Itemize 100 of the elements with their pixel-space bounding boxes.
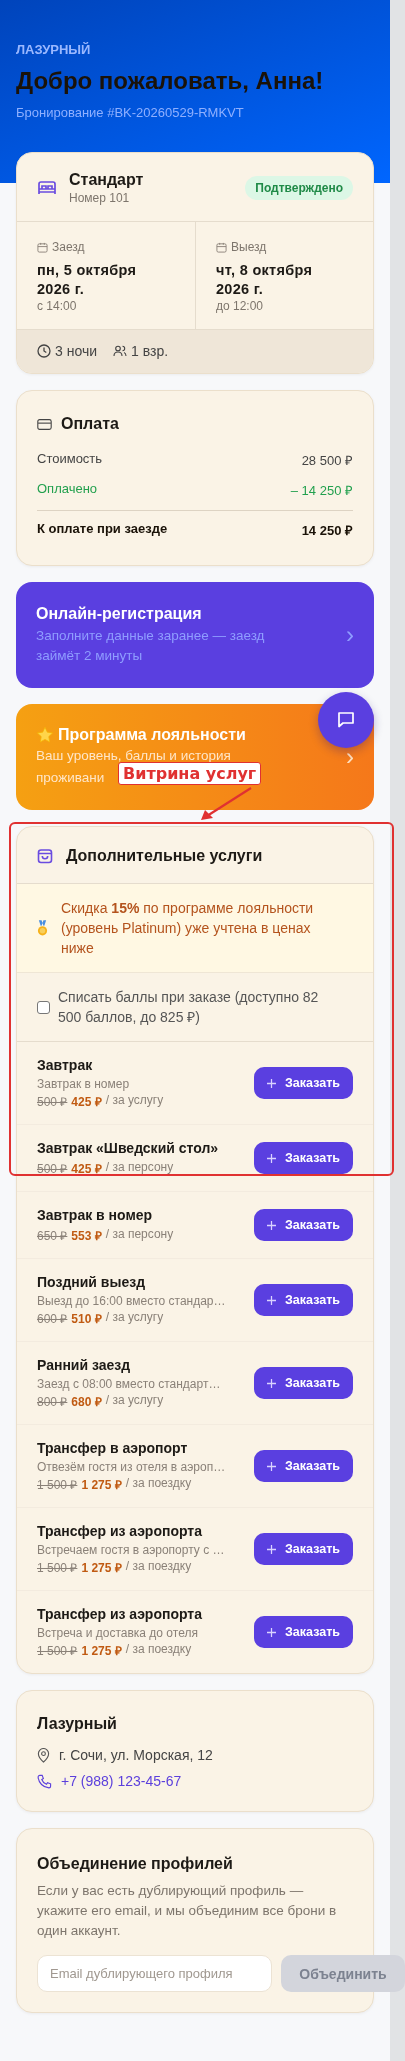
date-label: Выезд (231, 240, 267, 254)
welcome-title: Добро пожаловать, Анна! (16, 67, 325, 95)
discounted-price: 1 275 ₽ (81, 1643, 122, 1659)
price-unit: / за персону (105, 1160, 174, 1176)
status-badge: Подтверждено (245, 176, 353, 200)
plus-icon (267, 1153, 276, 1163)
annotation-label: Витрина услуг (118, 762, 262, 785)
service-name: Трансфер в аэропорт (37, 1439, 189, 1458)
price-unit: / за услугу (105, 1310, 164, 1326)
old-price: 600 ₽ (37, 1311, 68, 1327)
checkin-subtitle: Заполните данные заранее — заезд займёт 2 минуты (36, 626, 266, 665)
old-price: 800 ₽ (37, 1394, 68, 1410)
order-button[interactable]: Заказать (254, 1067, 353, 1099)
loyalty-subtitle: Ваш уровень, баллы и история (36, 748, 231, 763)
merge-description: Если у вас есть дублирующий профиль — укажите его email, и мы объединим все брони в один аккаунт. (37, 1882, 337, 1940)
hotel-brand: ЛАЗУРНЫЙ (16, 42, 92, 57)
old-price: 650 ₽ (37, 1228, 68, 1244)
phone-icon (37, 1773, 52, 1789)
points-checkbox[interactable] (37, 1000, 50, 1014)
service-name: Трансфер из аэропорта (37, 1522, 203, 1541)
price-unit: / за услугу (105, 1393, 164, 1409)
booking-number: Бронирование #BK-20260529-RMKVT (16, 105, 245, 120)
service-name: Завтрак (37, 1056, 94, 1075)
date-value: пн, 5 октября 2026 г. (37, 261, 138, 299)
payment-amount: – 14 250 ₽ (290, 482, 353, 499)
discounted-price: 510 ₽ (71, 1311, 102, 1327)
plus-icon (267, 1627, 276, 1637)
price-unit: / за поездку (125, 1559, 192, 1575)
price-unit: / за поездку (125, 1642, 192, 1658)
star-icon (36, 726, 54, 744)
old-price: 500 ₽ (37, 1161, 68, 1177)
old-price: 1 500 ₽ (37, 1560, 78, 1576)
price-unit: / за поездку (125, 1476, 192, 1492)
date-time: с 14:00 (37, 299, 78, 313)
loyalty-title: Программа лояльности (58, 726, 246, 744)
date-time: до 12:00 (216, 299, 265, 313)
plus-icon (267, 1295, 276, 1305)
payment-title: Оплата (61, 415, 119, 433)
calendar-icon (216, 241, 227, 253)
medal-icon (37, 919, 48, 937)
guests-count: 1 взр. (131, 343, 169, 359)
discounted-price: 425 ₽ (71, 1161, 102, 1177)
plus-icon (267, 1461, 276, 1471)
service-name: Завтрак в номер (37, 1206, 154, 1225)
price-unit: / за персону (105, 1227, 174, 1243)
service-name: Ранний заезд (37, 1356, 132, 1375)
old-price: 1 500 ₽ (37, 1477, 78, 1493)
card-icon (37, 418, 52, 430)
discounted-price: 425 ₽ (71, 1094, 102, 1110)
services-title: Дополнительные услуги (66, 847, 263, 865)
checkin-title: Онлайн-регистрация (36, 604, 203, 623)
payment-label: Оплачено (37, 481, 98, 498)
order-button[interactable]: Заказать (254, 1367, 353, 1399)
service-description: Заезд с 08:00 вместо стандарт… (37, 1377, 222, 1391)
service-description: Выезд до 16:00 вместо стандар… (37, 1294, 227, 1308)
annotation-arrow (199, 786, 253, 822)
phone-link[interactable]: +7 (988) 123-45-67 (61, 1773, 182, 1789)
date-value: чт, 8 октября 2026 г. (216, 261, 314, 299)
plus-icon (267, 1378, 276, 1388)
chat-button[interactable] (318, 692, 374, 748)
service-description: Завтрак в номер (37, 1077, 131, 1091)
service-description: Встреча и доставка до отеля (37, 1626, 199, 1640)
plus-icon (267, 1220, 276, 1230)
service-name: Поздний выезд (37, 1273, 147, 1292)
room-type: Стандарт (69, 171, 145, 189)
plus-icon (267, 1544, 276, 1554)
loyalty-subtitle: проживани (36, 770, 105, 785)
discounted-price: 680 ₽ (71, 1394, 102, 1410)
chevron-icon: › (346, 621, 354, 649)
payment-label: К оплате при заезде (37, 521, 168, 538)
service-description: Отвезём гостя из отеля в аэроп… (37, 1460, 227, 1474)
service-description: Встречаем гостя в аэропорту с … (37, 1543, 226, 1557)
discounted-price: 1 275 ₽ (81, 1477, 122, 1493)
clock-icon (37, 344, 51, 358)
order-button[interactable]: Заказать (254, 1284, 353, 1316)
location-pin-icon (37, 1747, 50, 1763)
order-button[interactable]: Заказать (254, 1209, 353, 1241)
calendar-icon (37, 241, 48, 253)
service-name: Трансфер из аэропорта (37, 1605, 203, 1624)
old-price: 500 ₽ (37, 1094, 68, 1110)
points-label: Списать баллы при заказе (доступно 82 500 баллов, до 825 ₽) (58, 988, 320, 1027)
nights-count: 3 ночи (55, 343, 97, 359)
online-checkin-card[interactable]: Онлайн-регистрация Заполните данные заранее — заезд займёт 2 минуты › (16, 582, 374, 688)
payment-amount: 28 500 ₽ (301, 452, 353, 469)
room-number: Номер 101 (69, 191, 131, 205)
discounted-price: 1 275 ₽ (81, 1560, 122, 1576)
plus-icon (267, 1078, 276, 1088)
order-button[interactable]: Заказать (254, 1533, 353, 1565)
discount-text: Скидка 15% по программе лояльности (уровень Platinum) уже учтена в ценах ниже (61, 899, 315, 958)
order-button[interactable]: Заказать (254, 1450, 353, 1482)
service-name: Завтрак «Шведский стол» (37, 1139, 220, 1158)
price-unit: / за услугу (105, 1093, 164, 1109)
order-button[interactable]: Заказать (254, 1142, 353, 1174)
order-button[interactable]: Заказать (254, 1616, 353, 1648)
old-price: 1 500 ₽ (37, 1643, 78, 1659)
chevron-icon: › (346, 743, 354, 771)
payment-amount: 14 250 ₽ (301, 522, 353, 539)
bag-icon (37, 848, 53, 864)
people-icon (113, 344, 127, 358)
discounted-price: 553 ₽ (71, 1228, 102, 1244)
